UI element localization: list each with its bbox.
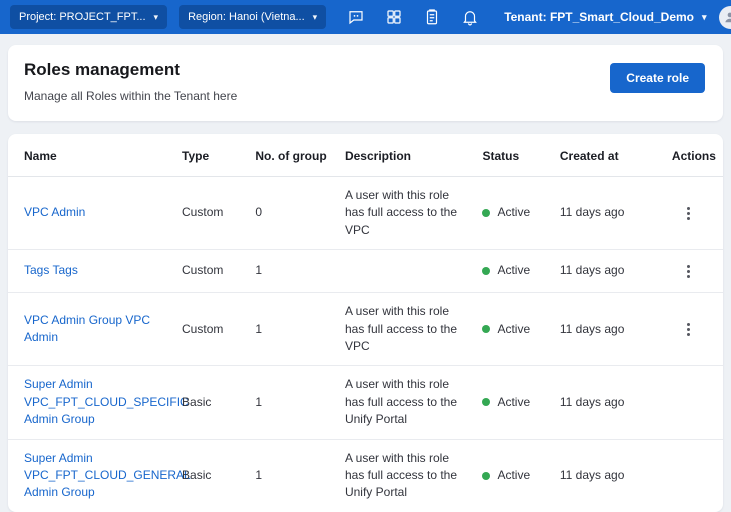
role-type: Custom bbox=[174, 177, 247, 250]
status-badge: Active bbox=[482, 321, 543, 338]
role-name-link[interactable]: VPC Admin bbox=[24, 204, 85, 221]
page-header-card: Roles management Manage all Roles within… bbox=[8, 45, 723, 121]
status-dot-icon bbox=[482, 209, 490, 217]
roles-table-card: Name Type No. of group Description Statu… bbox=[8, 134, 723, 512]
status-dot-icon bbox=[482, 267, 490, 275]
chevron-down-icon: ▾ bbox=[154, 13, 159, 22]
clipboard-docs-icon[interactable] bbox=[422, 7, 442, 27]
tenant-selector-label: Tenant: FPT_Smart_Cloud_Demo bbox=[504, 10, 694, 24]
page-subtitle: Manage all Roles within the Tenant here bbox=[24, 89, 237, 103]
row-actions-kebab-icon[interactable] bbox=[678, 202, 700, 224]
user-menu[interactable]: ▾ bbox=[719, 6, 731, 29]
status-dot-icon bbox=[482, 398, 490, 406]
create-role-button[interactable]: Create role bbox=[610, 63, 705, 93]
region-selector[interactable]: Region: Hanoi (Vietna... ▾ bbox=[179, 5, 326, 29]
role-name-link[interactable]: Tags Tags bbox=[24, 262, 78, 279]
user-avatar bbox=[719, 6, 731, 29]
role-description: A user with this role has full access to… bbox=[337, 293, 475, 366]
tenant-selector[interactable]: Tenant: FPT_Smart_Cloud_Demo ▾ bbox=[504, 10, 706, 24]
column-header-name: Name bbox=[8, 136, 174, 177]
person-icon bbox=[723, 10, 731, 24]
role-group-count: 1 bbox=[247, 366, 337, 439]
role-type: Custom bbox=[174, 293, 247, 366]
page-header-text: Roles management Manage all Roles within… bbox=[24, 60, 237, 103]
role-group-count: 1 bbox=[247, 293, 337, 366]
status-dot-icon bbox=[482, 472, 490, 480]
top-navigation-bar: Project: PROJECT_FPT... ▾ Region: Hanoi … bbox=[0, 0, 731, 34]
status-badge: Active bbox=[482, 394, 543, 411]
chevron-down-icon: ▾ bbox=[702, 12, 707, 23]
region-selector-label: Region: Hanoi (Vietna... bbox=[188, 11, 305, 23]
role-created-at: 11 days ago bbox=[552, 177, 664, 250]
column-header-type: Type bbox=[174, 136, 247, 177]
table-row: Super Admin VPC_FPT_CLOUD_SPECIFIC Admin… bbox=[8, 366, 723, 439]
row-actions-kebab-icon[interactable] bbox=[678, 318, 700, 340]
table-row: VPC Admin Custom 0 A user with this role… bbox=[8, 177, 723, 250]
status-dot-icon bbox=[482, 325, 490, 333]
column-header-created: Created at bbox=[552, 136, 664, 177]
page-title: Roles management bbox=[24, 60, 237, 80]
role-description: A user with this role has full access to… bbox=[337, 177, 475, 250]
role-description: A user with this role has full access to… bbox=[337, 366, 475, 439]
row-actions-kebab-icon[interactable] bbox=[678, 260, 700, 282]
role-name-link[interactable]: Super Admin VPC_FPT_CLOUD_GENERAL Admin … bbox=[24, 450, 190, 502]
column-header-status: Status bbox=[474, 136, 551, 177]
role-description bbox=[337, 250, 475, 293]
chevron-down-icon: ▾ bbox=[313, 13, 318, 22]
role-created-at: 11 days ago bbox=[552, 366, 664, 439]
notifications-bell-icon[interactable] bbox=[460, 7, 480, 27]
table-row: Tags Tags Custom 1 Active 11 days ago bbox=[8, 250, 723, 293]
role-type: Custom bbox=[174, 250, 247, 293]
project-selector[interactable]: Project: PROJECT_FPT... ▾ bbox=[10, 5, 167, 29]
role-group-count: 1 bbox=[247, 250, 337, 293]
project-selector-label: Project: PROJECT_FPT... bbox=[19, 11, 146, 23]
role-created-at: 11 days ago bbox=[552, 293, 664, 366]
role-group-count: 0 bbox=[247, 177, 337, 250]
role-name-link[interactable]: Super Admin VPC_FPT_CLOUD_SPECIFIC Admin… bbox=[24, 376, 189, 428]
status-badge: Active bbox=[482, 262, 543, 279]
table-row: VPC Admin Group VPC Admin Custom 1 A use… bbox=[8, 293, 723, 366]
status-badge: Active bbox=[482, 204, 543, 221]
apps-grid-icon[interactable] bbox=[384, 7, 404, 27]
status-badge: Active bbox=[482, 467, 543, 484]
table-header-row: Name Type No. of group Description Statu… bbox=[8, 136, 723, 177]
roles-table: Name Type No. of group Description Statu… bbox=[8, 136, 723, 512]
support-chat-icon[interactable] bbox=[346, 7, 366, 27]
role-created-at: 11 days ago bbox=[552, 250, 664, 293]
topbar-icon-group bbox=[346, 7, 480, 27]
column-header-description: Description bbox=[337, 136, 475, 177]
main-content: Roles management Manage all Roles within… bbox=[0, 34, 731, 512]
column-header-actions: Actions bbox=[664, 136, 723, 177]
column-header-groups: No. of group bbox=[247, 136, 337, 177]
role-name-link[interactable]: VPC Admin Group VPC Admin bbox=[24, 312, 166, 347]
